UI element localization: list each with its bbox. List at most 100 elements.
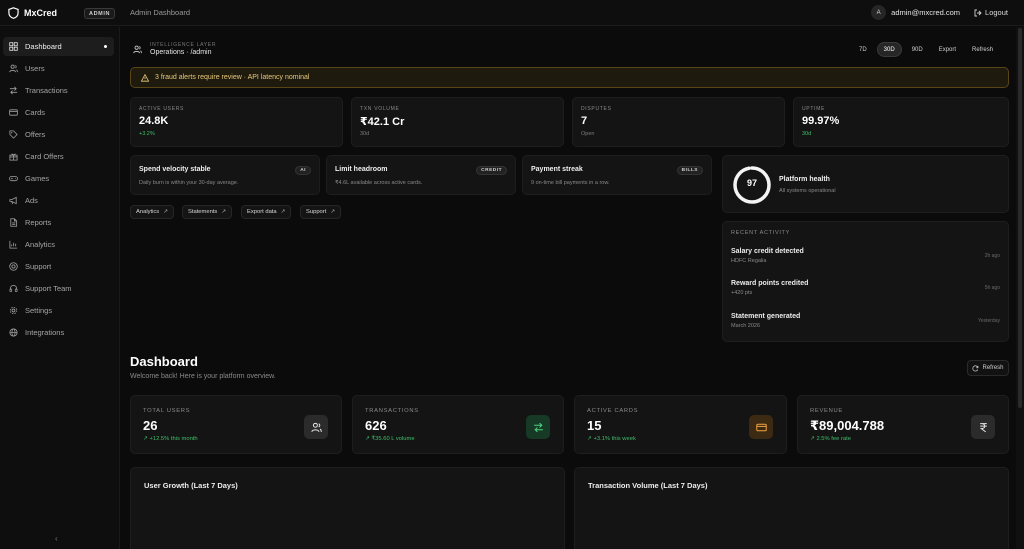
insight-title: Payment streak <box>531 166 583 173</box>
sidebar-item-label: Reports <box>25 218 52 227</box>
sidebar-item-label: Analytics <box>25 240 56 249</box>
refresh-label: Refresh <box>982 365 1004 371</box>
active-indicator <box>104 45 107 48</box>
kpi-label: ACTIVE CARDS <box>587 408 639 414</box>
quick-link-export-data[interactable]: Export data ↗ <box>241 205 292 219</box>
insight-tag: BILLS <box>676 166 703 175</box>
refresh-icon <box>972 365 979 371</box>
range-7d-button[interactable]: 7D <box>853 42 873 57</box>
activity-heading: RECENT ACTIVITY <box>731 230 790 236</box>
activity-sub: HDFC Regalia <box>731 258 767 264</box>
sidebar-item-label: Integrations <box>25 328 65 337</box>
health-score: 97 <box>746 178 757 188</box>
logout-button[interactable]: Logout <box>974 8 1008 17</box>
kpi-label: TRANSACTIONS <box>365 408 419 414</box>
kpi-sub: ↗ ₹35.60 L volume <box>365 436 415 442</box>
kpi-value: 15 <box>587 418 602 433</box>
activity-time: 5h ago <box>984 285 1000 291</box>
bar-chart-icon <box>9 240 18 249</box>
activity-time: 2h ago <box>984 253 1000 259</box>
sidebar-item-support-team[interactable]: Support Team <box>3 279 114 298</box>
sidebar-item-label: Offers <box>25 130 46 139</box>
insight-card-limit-headroom[interactable]: Limit headroom ₹4.6L available across ac… <box>326 155 516 195</box>
kpi-card-active-cards: ACTIVE CARDS 15 ↗ +3.1% this week <box>574 395 787 454</box>
quick-link-statements[interactable]: Statements ↗ <box>182 205 232 219</box>
insight-card-payment-streak[interactable]: Payment streak 9 on-time bill payments i… <box>522 155 712 195</box>
dashboard-refresh-button[interactable]: Refresh <box>967 360 1009 376</box>
export-button[interactable]: Export <box>933 42 962 57</box>
recent-activity-card: RECENT ACTIVITY Salary credit detected H… <box>722 221 1009 342</box>
lifebuoy-icon <box>9 262 18 271</box>
sidebar-item-settings[interactable]: Settings <box>3 301 114 320</box>
kpi-card-total-users: TOTAL USERS 26 ↗ +12.5% this month <box>130 395 342 454</box>
quick-link-support[interactable]: Support ↗ <box>300 205 341 219</box>
arrow-up-right-icon: ↗ <box>280 209 286 215</box>
kpi-icon-box <box>749 415 773 439</box>
megaphone-icon <box>9 196 17 205</box>
stat-sub: Open <box>581 131 595 137</box>
logout-icon <box>974 9 982 16</box>
insight-title: Spend velocity stable <box>139 166 211 173</box>
sidebar-item-label: Users <box>25 64 45 73</box>
scrollbar-thumb[interactable] <box>1018 28 1022 408</box>
arrows-icon <box>9 86 18 95</box>
sidebar-item-label: Cards <box>25 108 46 117</box>
quick-link-label: Support <box>306 209 327 215</box>
kpi-sub: ↗ +12.5% this month <box>143 436 198 442</box>
range-90d-button[interactable]: 90D <box>906 42 929 57</box>
insight-card-spend-velocity[interactable]: Spend velocity stable Daily burn is with… <box>130 155 320 195</box>
card-icon <box>9 109 18 116</box>
card-icon <box>755 423 767 431</box>
stat-value: 24.8K <box>139 115 169 127</box>
range-30d-button[interactable]: 30D <box>876 42 902 57</box>
transaction-volume-chart-card: Transaction Volume (Last 7 Days) <box>574 467 1009 549</box>
stat-sub: 30d <box>360 131 370 137</box>
kpi-sub: ↗ 2.5% fee rate <box>810 436 851 442</box>
sidebar-item-label: Settings <box>25 306 53 315</box>
arrow-up-right-icon: ↗ <box>221 209 226 215</box>
refresh-button[interactable]: Refresh <box>966 42 999 57</box>
sidebar-item-analytics[interactable]: Analytics <box>3 235 114 254</box>
sidebar-item-support[interactable]: Support <box>3 257 114 276</box>
user-area: A admin@mxcred.com Logout <box>871 5 1008 20</box>
stat-label: DISPUTES <box>581 106 612 112</box>
sidebar-item-label: Card Offers <box>25 152 64 161</box>
globe-icon <box>9 328 18 337</box>
insight-desc: ₹4.6L available across active cards. <box>335 180 423 186</box>
sidebar-item-users[interactable]: Users <box>3 59 114 78</box>
sidebar-item-card-offers[interactable]: Card Offers <box>3 147 114 166</box>
users-icon <box>9 64 18 73</box>
warning-icon <box>141 73 149 82</box>
avatar[interactable]: A <box>871 5 887 20</box>
platform-health-card: 97 Platform health All systems operation… <box>722 155 1009 213</box>
stat-card-uptime: UPTIME 99.97% 30d <box>793 97 1009 147</box>
sidebar-item-reports[interactable]: Reports <box>3 213 114 232</box>
sidebar-item-ads[interactable]: Ads <box>3 191 114 210</box>
rupee-icon <box>979 422 987 432</box>
stat-label: TXN VOLUME <box>360 106 400 112</box>
sidebar-item-dashboard[interactable]: Dashboard <box>3 37 114 56</box>
users-icon <box>310 422 322 432</box>
sidebar-item-transactions[interactable]: Transactions <box>3 81 114 100</box>
users-icon <box>133 45 142 54</box>
kpi-label: TOTAL USERS <box>143 408 191 414</box>
quick-link-analytics[interactable]: Analytics ↗ <box>130 205 174 219</box>
dashboard-title: Dashboard <box>130 354 198 369</box>
health-title: Platform health <box>779 176 830 183</box>
alert-banner[interactable]: 3 fraud alerts require review · API late… <box>130 67 1009 88</box>
activity-time: Yesterday <box>977 318 1000 324</box>
chart-title: Transaction Volume (Last 7 Days) <box>588 481 708 490</box>
sidebar-item-cards[interactable]: Cards <box>3 103 114 122</box>
stat-card-txn-volume: TXN VOLUME ₹42.1 Cr 30d <box>351 97 564 147</box>
headset-icon <box>9 285 18 293</box>
kpi-value: 626 <box>365 418 387 433</box>
arrow-up-right-icon: ↗ <box>330 209 335 215</box>
quick-link-label: Export data <box>247 209 277 215</box>
insight-title: Limit headroom <box>335 166 388 173</box>
sidebar-item-label: Support Team <box>25 284 72 293</box>
sidebar-item-games[interactable]: Games <box>3 169 114 188</box>
sidebar-item-integrations[interactable]: Integrations <box>3 323 114 342</box>
sidebar-item-offers[interactable]: Offers <box>3 125 114 144</box>
activity-title: Statement generated <box>731 313 801 320</box>
collapse-sidebar-button[interactable]: ‹ <box>55 534 58 543</box>
